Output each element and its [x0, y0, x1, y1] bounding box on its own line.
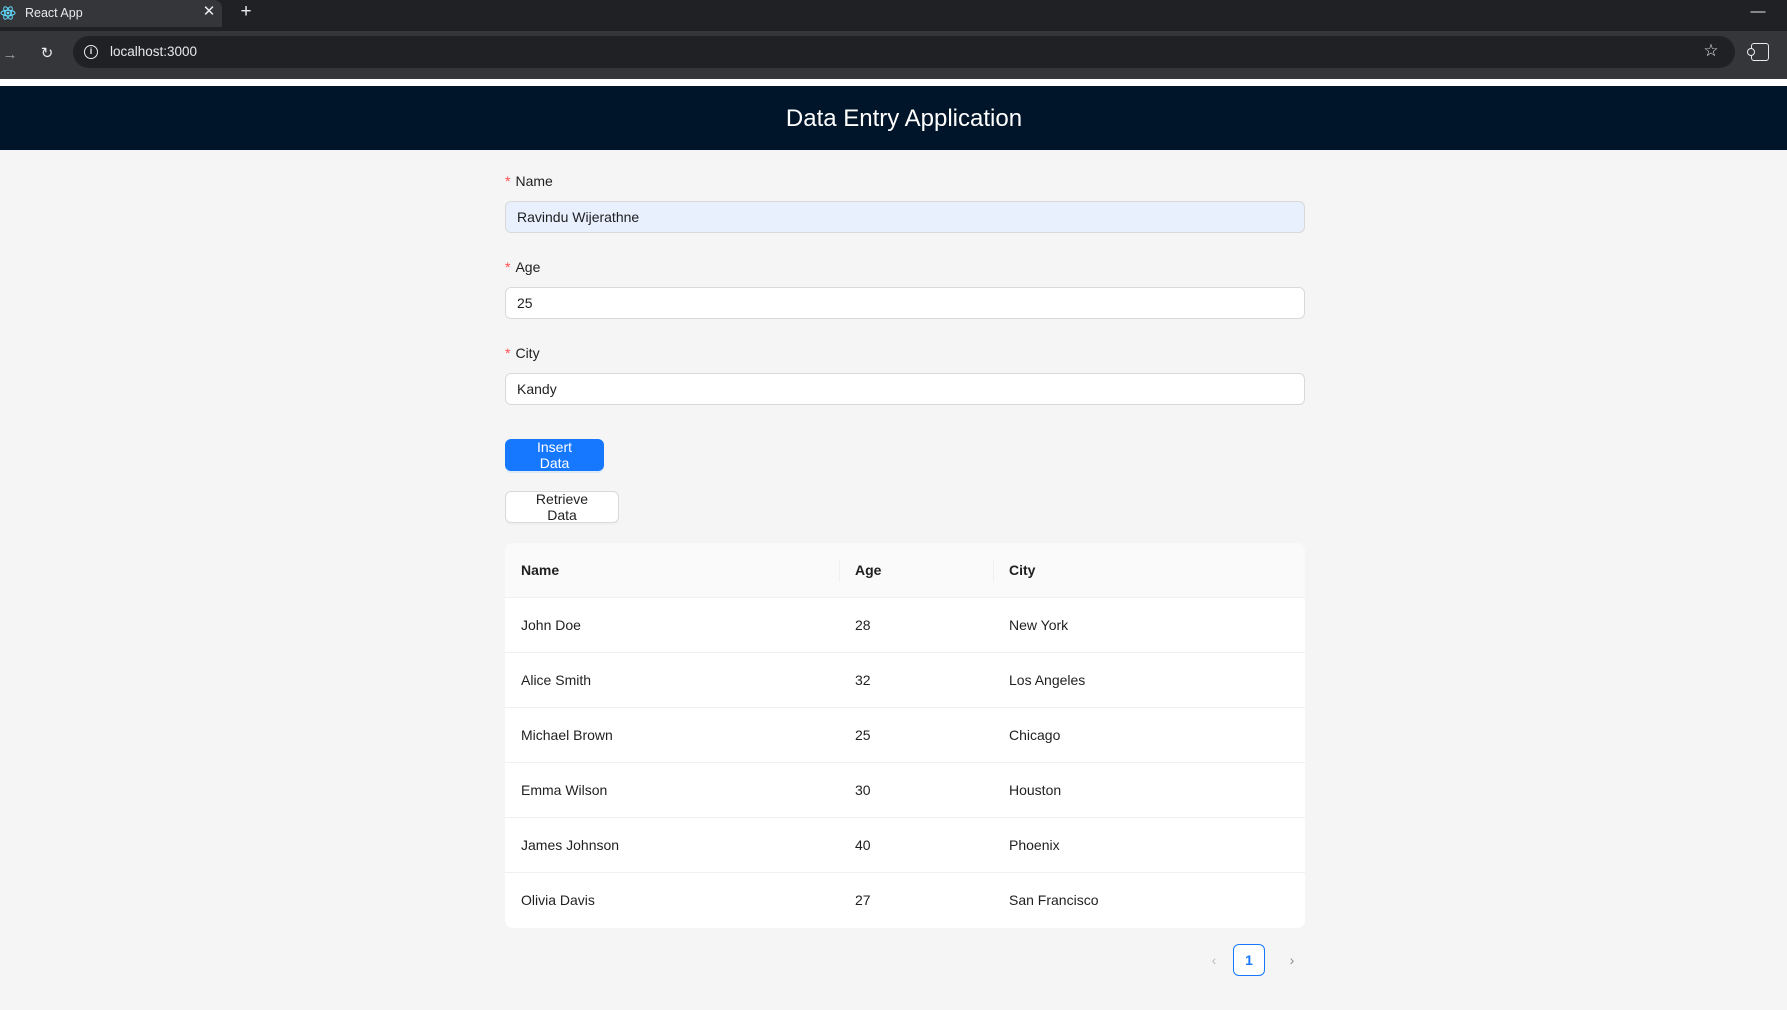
cell-name: Emma Wilson	[521, 782, 608, 798]
cell-city: Chicago	[1009, 727, 1061, 743]
forward-arrow-icon[interactable]: →	[0, 45, 20, 65]
cell-name: James Johnson	[521, 837, 620, 853]
reload-icon[interactable]: ↻	[37, 44, 57, 64]
bookmark-star-icon[interactable]: ☆	[1701, 41, 1721, 61]
pagination: ‹ 1 ›	[1198, 944, 1298, 976]
cell-city: Phoenix	[1009, 837, 1060, 853]
browser-toolbar: → ↻ i localhost:3000 ☆	[0, 31, 1787, 79]
name-label-text: Name	[515, 173, 553, 189]
address-bar[interactable]: i localhost:3000 ☆	[73, 36, 1735, 68]
browser-tab-strip: React App ✕ + —	[0, 0, 1787, 31]
data-table: Name Age City John Doe 28 New York Alice…	[505, 543, 1305, 928]
table-row: Alice Smith 32 Los Angeles	[505, 653, 1305, 708]
app-header: Data Entry Application	[0, 86, 1787, 150]
cell-city: New York	[1009, 617, 1069, 633]
browser-tab[interactable]: React App ✕	[0, 0, 222, 27]
insert-data-button[interactable]: Insert Data	[505, 439, 604, 471]
required-mark: *	[505, 345, 511, 361]
required-mark: *	[505, 259, 511, 275]
extensions-icon[interactable]	[1747, 43, 1769, 61]
cell-name: John Doe	[521, 617, 581, 633]
table-row: James Johnson 40 Phoenix	[505, 818, 1305, 873]
cell-name: Olivia Davis	[521, 892, 595, 908]
page-number-button[interactable]: 1	[1233, 944, 1265, 976]
cell-age: 30	[855, 782, 871, 798]
page-title: Data Entry Application	[785, 105, 1023, 132]
cell-age: 32	[855, 672, 871, 688]
city-label-text: City	[515, 345, 540, 361]
next-page-icon[interactable]: ›	[1276, 944, 1308, 976]
age-input[interactable]	[505, 287, 1305, 319]
cell-city: San Francisco	[1009, 892, 1099, 908]
react-logo-icon	[0, 6, 16, 20]
minimize-window-icon[interactable]: —	[1748, 2, 1768, 22]
site-info-icon[interactable]: i	[84, 45, 98, 59]
cell-age: 25	[855, 727, 871, 743]
column-divider	[993, 560, 994, 582]
cell-name: Alice Smith	[521, 672, 592, 688]
close-tab-icon[interactable]: ✕	[201, 4, 217, 20]
column-header-name: Name	[521, 562, 560, 578]
table-row: Emma Wilson 30 Houston	[505, 763, 1305, 818]
city-input[interactable]	[505, 373, 1305, 405]
retrieve-data-button[interactable]: Retrieve Data	[505, 491, 619, 523]
table-row: Olivia Davis 27 San Francisco	[505, 873, 1305, 928]
cell-city: Los Angeles	[1009, 672, 1086, 688]
address-bar-url[interactable]: localhost:3000	[110, 44, 197, 59]
new-tab-icon[interactable]: +	[236, 2, 256, 22]
cell-age: 27	[855, 892, 871, 908]
table-header-row: Name Age City	[505, 543, 1305, 598]
cell-name: Michael Brown	[521, 727, 613, 743]
previous-page-icon[interactable]: ‹	[1198, 944, 1230, 976]
cell-age: 28	[855, 617, 871, 633]
column-divider	[839, 560, 840, 582]
age-label-text: Age	[515, 259, 541, 275]
age-label: * Age	[505, 259, 540, 275]
cell-city: Houston	[1009, 782, 1062, 798]
column-header-age: Age	[855, 562, 882, 578]
table-row: Michael Brown 25 Chicago	[505, 708, 1305, 763]
required-mark: *	[505, 173, 511, 189]
cell-age: 40	[855, 837, 871, 853]
table-row: John Doe 28 New York	[505, 598, 1305, 653]
tab-title: React App	[25, 6, 83, 20]
city-label: * City	[505, 345, 540, 361]
name-label: * Name	[505, 173, 553, 189]
name-input[interactable]	[505, 201, 1305, 233]
column-header-city: City	[1009, 562, 1036, 578]
page-top-strip	[0, 79, 1787, 86]
